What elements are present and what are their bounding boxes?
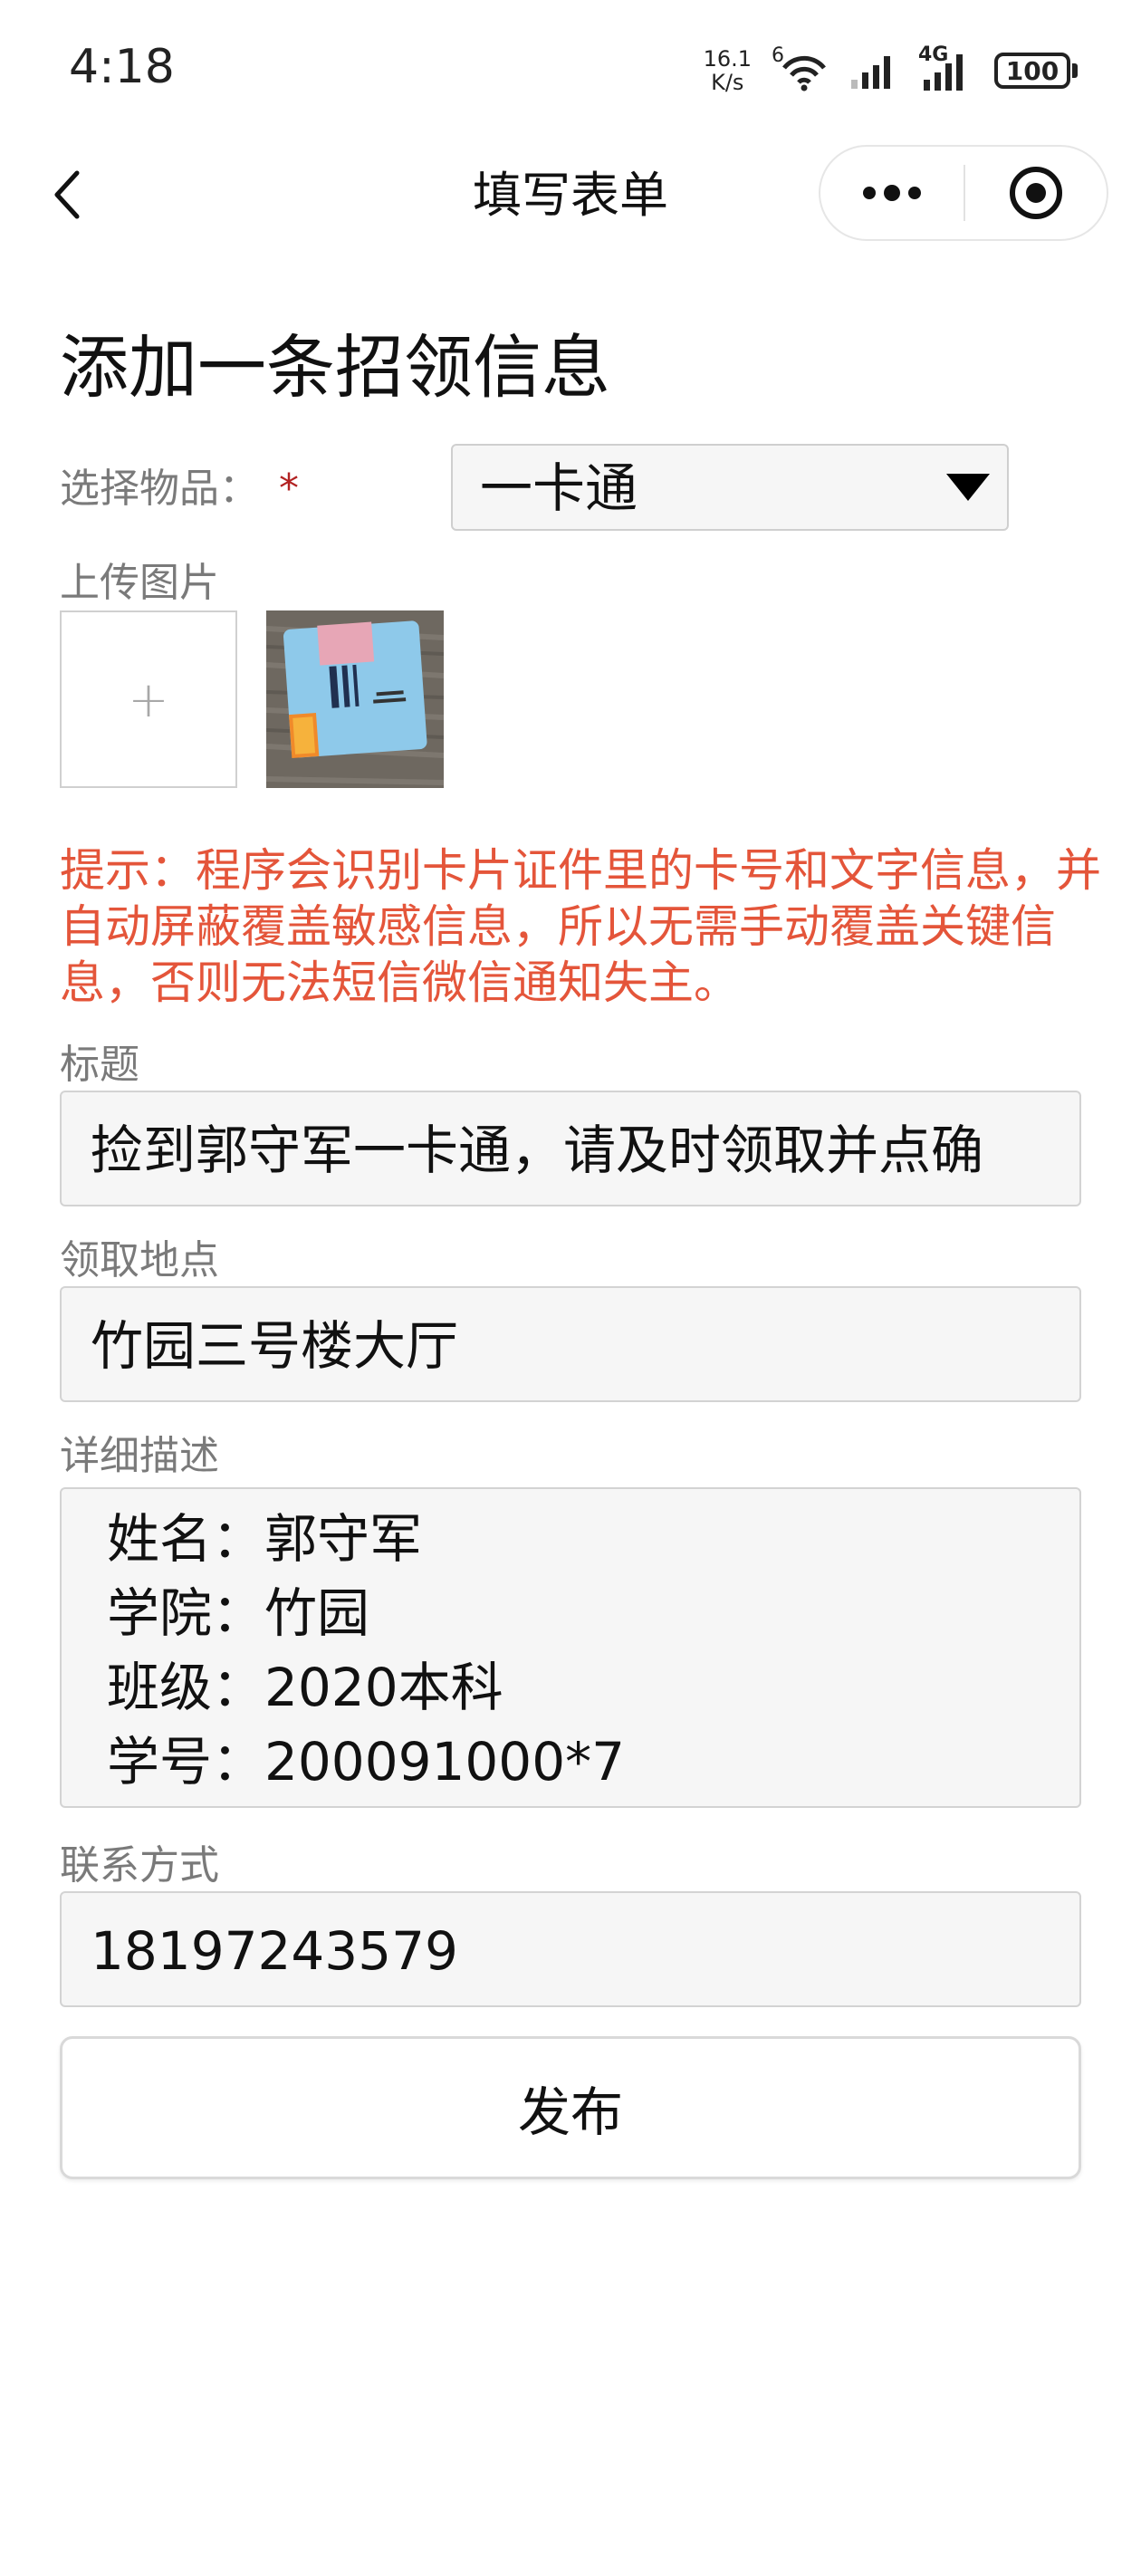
battery-icon: 100 [994,53,1078,89]
card-photo-image [266,610,444,788]
contact-input[interactable]: 18197243579 [60,1891,1081,2007]
title-input[interactable]: 捡到郭守军一卡通，请及时领取并点确 [60,1091,1081,1206]
triangle-down-icon [946,474,990,501]
location-field-label: 领取地点 [60,1237,219,1283]
signal-4g-icon: 4G [918,43,974,92]
description-line: 班级：2020本科 [107,1657,503,1718]
battery-level: 100 [994,53,1070,89]
battery-tip [1072,63,1078,78]
upload-label: 上传图片 [60,560,219,606]
item-select[interactable]: 一卡通 [451,444,1009,531]
required-mark: * [279,466,299,512]
navigation-bar: 填写表单 [0,136,1141,254]
wifi-badge: 6 [772,44,784,67]
wifi-icon: 6 [772,44,829,93]
description-field-label: 详细描述 [60,1433,219,1479]
more-button[interactable] [820,147,964,239]
form-heading: 添加一条招领信息 [60,327,610,408]
signal-4g-badge: 4G [918,43,949,66]
network-speed-unit: K/s [711,70,744,95]
location-input[interactable]: 竹园三号楼大厅 [60,1286,1081,1402]
status-bar: 4:18 16.1 K/s 6 4G 100 [0,0,1141,136]
signal-icon [849,51,898,91]
target-circle-icon [1010,167,1062,219]
privacy-notice: 提示：程序会识别卡片证件里的卡号和文字信息，并自动屏蔽覆盖敏感信息，所以无需手动… [60,844,1101,1009]
title-field-label: 标题 [60,1042,139,1088]
publish-button[interactable]: 发布 [60,2036,1081,2179]
mini-program-capsule [819,145,1108,241]
item-select-value: 一卡通 [480,457,638,519]
item-select-label: 选择物品： * [60,466,299,513]
description-line: 学号：200091000*7 [107,1731,626,1793]
status-indicators: 16.1 K/s 6 4G 100 [704,43,1078,98]
description-line: 学院：竹园 [107,1582,370,1644]
location-input-value: 竹园三号楼大厅 [91,1315,459,1377]
contact-field-label: 联系方式 [60,1842,219,1889]
plus-icon: + [128,670,169,728]
upload-add-button[interactable]: + [60,610,237,788]
network-speed-value: 16.1 [703,46,752,72]
description-line: 姓名：郭守军 [107,1508,423,1570]
contact-input-value: 18197243579 [91,1920,458,1982]
title-input-value: 捡到郭守军一卡通，请及时领取并点确 [91,1120,984,1181]
close-button[interactable] [965,147,1107,239]
uploaded-image-thumbnail[interactable] [266,610,444,788]
item-select-label-text: 选择物品： [60,466,259,512]
more-dots-icon [863,185,921,201]
description-textarea[interactable]: 姓名：郭守军 学院：竹园 班级：2020本科 学号：200091000*7 [60,1487,1081,1808]
network-speed: 16.1 K/s [704,47,752,94]
status-time: 4:18 [69,40,175,94]
